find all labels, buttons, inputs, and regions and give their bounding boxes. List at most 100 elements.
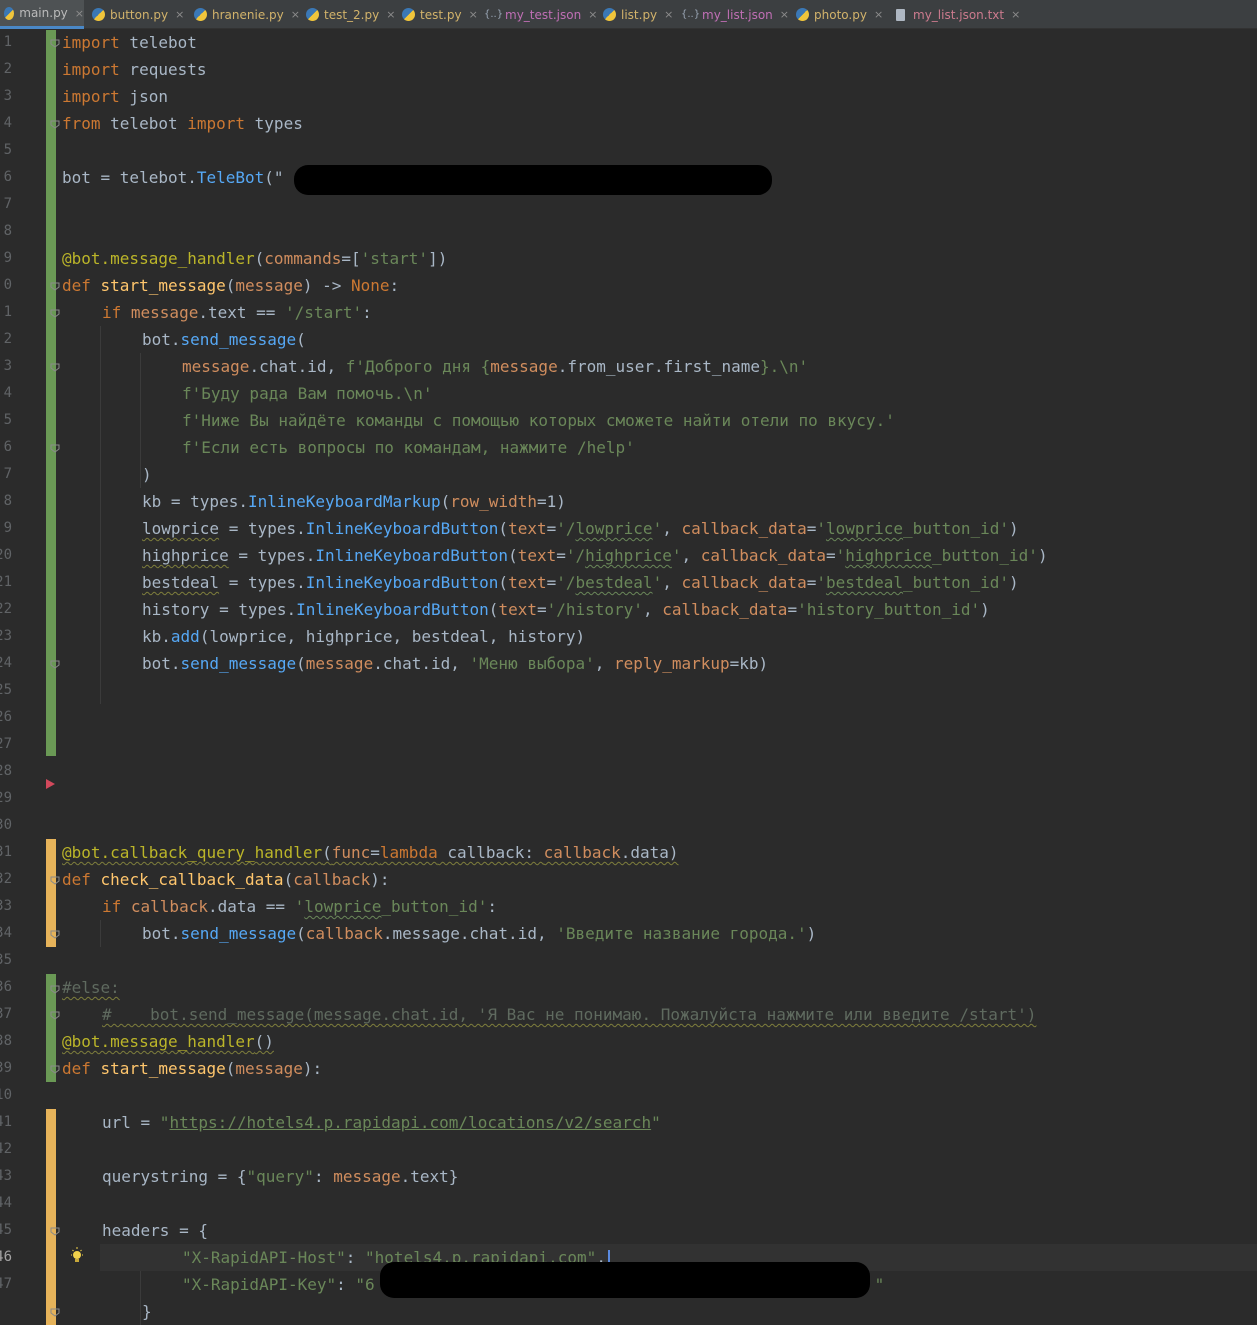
close-icon[interactable]: × [291, 8, 300, 21]
fold-marker-icon[interactable] [50, 120, 60, 129]
fold-marker-icon[interactable] [50, 363, 60, 372]
close-icon[interactable]: × [75, 7, 84, 20]
code-line: @bot.callback_query_handler(func=lambda … [62, 843, 679, 862]
code-editor[interactable]: import telebot import requests import js… [62, 29, 1257, 1325]
indent-guide [140, 1271, 141, 1325]
tab-my-list-json[interactable]: {..} my_list.json × [681, 0, 789, 29]
close-icon[interactable]: × [588, 8, 597, 21]
line-number: 3 [3, 358, 12, 374]
close-icon[interactable]: × [175, 8, 184, 21]
line-number: 9 [3, 250, 12, 266]
code-line: kb = types.InlineKeyboardMarkup(row_widt… [142, 492, 566, 511]
code-line: import json [62, 87, 168, 106]
line-number: 24 [0, 655, 12, 671]
line-number: 45 [0, 1222, 12, 1238]
python-file-icon [402, 8, 415, 21]
tab-label: my_list.json.txt [913, 7, 1005, 22]
line-number: 5 [3, 142, 12, 158]
tab-my-test-json[interactable]: {..} my_test.json × [484, 0, 597, 29]
code-line: if message.text == '/start': [102, 303, 372, 322]
code-line: @bot.message_handler() [62, 1032, 274, 1051]
code-line: bot.send_message( [142, 330, 306, 349]
line-number: 42 [0, 1141, 12, 1157]
fold-marker-icon[interactable] [50, 282, 60, 291]
line-number: 4 [3, 115, 12, 131]
line-number: 31 [0, 844, 12, 860]
fold-marker-icon[interactable] [50, 444, 60, 453]
fold-marker-icon[interactable] [50, 930, 60, 939]
fold-marker-icon[interactable] [50, 660, 60, 669]
indent-guide [140, 353, 141, 488]
vcs-change-marker[interactable] [46, 84, 56, 111]
json-file-icon: {..} [484, 9, 504, 20]
tab-photo-py[interactable]: photo.py × [796, 0, 883, 29]
fold-marker-icon[interactable] [50, 39, 60, 48]
tab-test-py[interactable]: test.py × [402, 0, 478, 29]
line-number: 0 [3, 277, 12, 293]
code-comment: #else: [62, 978, 120, 997]
line-number: 32 [0, 871, 12, 887]
close-icon[interactable]: × [874, 8, 883, 21]
line-number: 36 [0, 979, 12, 995]
line-number: 23 [0, 628, 12, 644]
code-line: from telebot import types [62, 114, 303, 133]
close-icon[interactable]: × [780, 8, 789, 21]
tab-label: hranenie.py [212, 7, 284, 22]
code-line: lowprice = types.InlineKeyboardButton(te… [142, 519, 1019, 538]
fold-marker-icon[interactable] [50, 1227, 60, 1236]
line-number: 6 [3, 439, 12, 455]
line-number: 9 [3, 520, 12, 536]
line-number: 2 [3, 331, 12, 347]
code-line: kb.add(lowprice, highprice, bestdeal, hi… [142, 627, 586, 646]
tab-label: test_2.py [324, 7, 380, 22]
vcs-change-marker[interactable] [46, 57, 56, 84]
code-line: headers = { [102, 1221, 208, 1240]
line-number: 26 [0, 709, 12, 725]
line-number: 44 [0, 1195, 12, 1211]
close-icon[interactable]: × [469, 8, 478, 21]
line-number: 21 [0, 574, 12, 590]
lightbulb-icon[interactable] [70, 1244, 84, 1271]
close-icon[interactable]: × [664, 8, 673, 21]
tab-list-py[interactable]: list.py × [603, 0, 673, 29]
run-marker-icon[interactable] [46, 779, 55, 789]
fold-marker-icon[interactable] [50, 309, 60, 318]
vcs-change-marker[interactable] [46, 1109, 56, 1325]
code-line: import telebot [62, 33, 197, 52]
redaction-mark [294, 165, 772, 195]
indent-guide [100, 920, 101, 947]
line-number: 46 [0, 1249, 12, 1265]
fold-marker-icon[interactable] [50, 1065, 60, 1074]
line-number: 29 [0, 790, 12, 806]
code-line: ) [142, 465, 152, 484]
python-file-icon [796, 8, 809, 21]
close-icon[interactable]: × [1011, 8, 1020, 21]
tab-main-py[interactable]: main.py × [0, 0, 84, 29]
fold-marker-icon[interactable] [50, 985, 60, 994]
line-number: 34 [0, 925, 12, 941]
line-number: 28 [0, 763, 12, 779]
fold-marker-icon[interactable] [50, 1011, 60, 1020]
code-line: f'Буду рада Вам помочь.\n' [182, 384, 433, 403]
tab-label: my_test.json [505, 7, 582, 22]
code-line: @bot.message_handler(commands=['start']) [62, 249, 448, 268]
line-number: 7 [3, 466, 12, 482]
close-icon[interactable]: × [386, 8, 395, 21]
fold-marker-icon[interactable] [50, 1308, 60, 1317]
tab-label: test.py [420, 7, 462, 22]
line-number: 2 [3, 61, 12, 77]
editor-tab-bar: main.py × button.py × hranenie.py × test… [0, 0, 1257, 29]
tab-label: button.py [110, 7, 169, 22]
text-file-icon [896, 8, 905, 21]
tab-test-2-py[interactable]: test_2.py × [306, 0, 395, 29]
line-number: 1 [3, 34, 12, 50]
tab-button-py[interactable]: button.py × [92, 0, 184, 29]
code-line: message.chat.id, f'Доброго дня {message.… [182, 357, 809, 376]
fold-marker-icon[interactable] [50, 876, 60, 885]
code-line: bestdeal = types.InlineKeyboardButton(te… [142, 573, 1019, 592]
tab-hranenie-py[interactable]: hranenie.py × [194, 0, 300, 29]
tab-my-list-json-txt[interactable]: my_list.json.txt × [896, 0, 1020, 29]
code-line: import requests [62, 60, 207, 79]
line-number: 37 [0, 1006, 12, 1022]
line-number: 47 [0, 1276, 12, 1292]
